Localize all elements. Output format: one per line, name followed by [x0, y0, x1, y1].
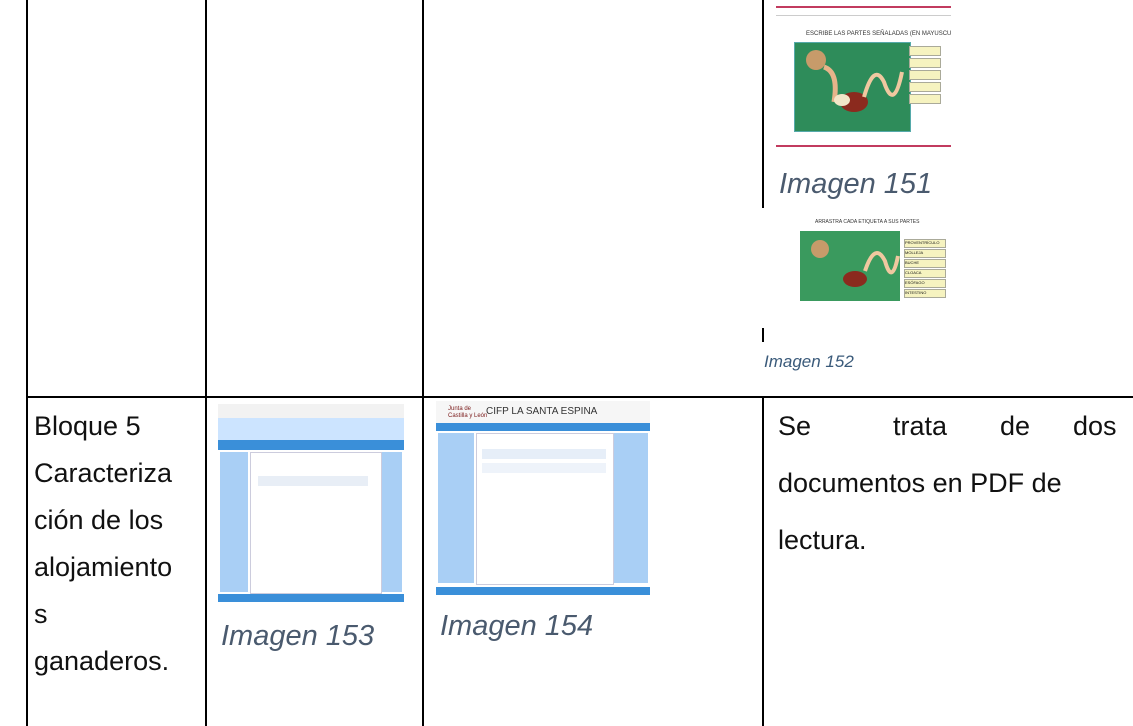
caption-image-153: Imagen 153 — [221, 620, 375, 652]
label-box-5[interactable]: ESÓFAGO — [904, 279, 946, 288]
image-152-thumbnail: ARRASTRA CADA ETIQUETA A SUS PARTES PROV… — [790, 206, 960, 334]
block-line-3: ción de los — [34, 505, 164, 535]
description-word-2: trata — [893, 411, 948, 441]
caption-image-154: Imagen 154 — [440, 610, 594, 642]
label-box-4[interactable]: CLOACA — [904, 269, 946, 278]
caption-image-151: Imagen 151 — [779, 168, 933, 200]
table-border-left — [26, 0, 28, 726]
table-border-col2 — [422, 0, 424, 726]
description-line-2: documentos en PDF de — [778, 468, 1062, 498]
table-border-col3-top — [762, 0, 764, 208]
image-152-title: ARRASTRA CADA ETIQUETA A SUS PARTES — [815, 219, 920, 225]
image-154-thumbnail: Junta de Castilla y León CIFP LA SANTA E… — [436, 401, 650, 595]
table-border-row-divider — [26, 396, 1133, 398]
label-box-1[interactable]: PROVENTRÍCULO — [904, 239, 946, 248]
image-153-thumbnail — [218, 404, 404, 602]
caption-image-152: Imagen 152 — [764, 352, 854, 371]
logo-line-2: Castilla y León — [448, 413, 488, 419]
block-line-1: Bloque 5 — [34, 411, 141, 441]
description-word-1: Se — [778, 411, 812, 441]
image-151-title: ESCRIBE LAS PARTES SEÑALADAS (EN MAYUSCU… — [806, 31, 951, 37]
block-line-2: Caracteriza — [34, 458, 173, 488]
description-line-3: lectura. — [778, 525, 867, 555]
block-line-4: alojamiento — [34, 552, 173, 582]
table-border-col3-mid — [762, 328, 764, 342]
label-box-6[interactable]: INTESTINO — [904, 289, 946, 298]
description-word-4: dos — [1073, 411, 1117, 441]
image-151-thumbnail: ESCRIBE LAS PARTES SEÑALADAS (EN MAYUSCU… — [776, 6, 951, 147]
digestive-drawing-152 — [811, 240, 900, 287]
block-line-5: s — [34, 599, 48, 629]
table-border-col1 — [205, 0, 207, 726]
digestive-system-drawing — [806, 50, 904, 112]
label-box-3[interactable]: BUCHE — [904, 259, 946, 268]
table-border-col3-bottom — [762, 396, 764, 726]
description-word-3: de — [1000, 411, 1031, 441]
block-line-6: ganaderos. — [34, 646, 170, 676]
site-title: CIFP LA SANTA ESPINA — [486, 406, 598, 417]
label-box-2[interactable]: MOLLEJA — [904, 249, 946, 258]
